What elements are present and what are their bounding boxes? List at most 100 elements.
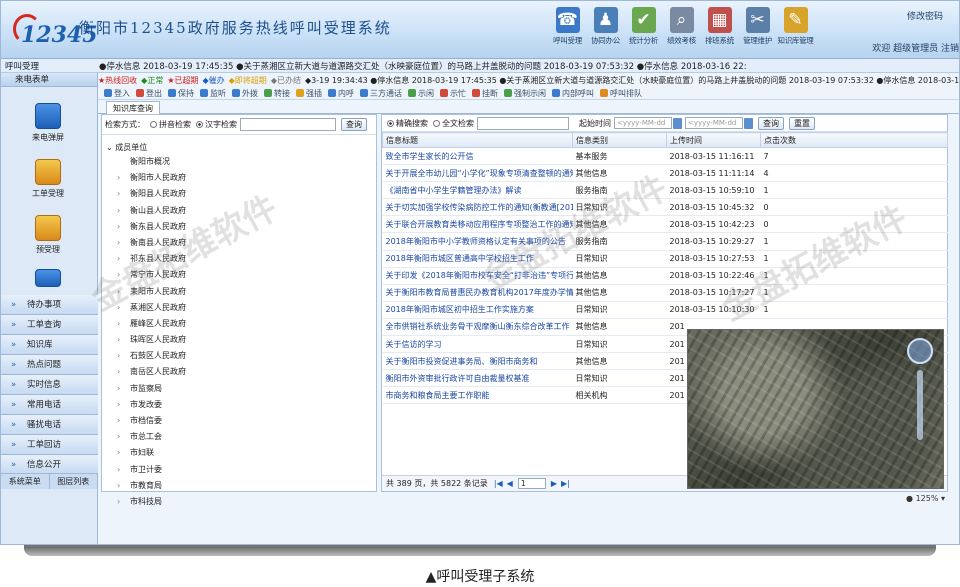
toolbar-button[interactable]: 内呼: [328, 88, 354, 99]
cell-title[interactable]: 关于联合开展教育类移动应用程序专项整治工作的通知: [382, 215, 573, 234]
zoom-level[interactable]: ● 125% ▾: [906, 494, 945, 503]
toolbar-button[interactable]: 外拨: [232, 88, 258, 99]
tree-node[interactable]: 市妇联: [106, 445, 376, 461]
prev-page-icon[interactable]: ◀: [507, 476, 513, 492]
cell-title[interactable]: 关于衡阳市投资促进事务局、衡阳市商务和: [382, 352, 573, 371]
cell-title[interactable]: 全市供销社系统业务骨干观摩衡山衡东综合改革工作: [382, 318, 573, 337]
tree-node[interactable]: 耒阳市人民政府: [106, 284, 376, 300]
cell-title[interactable]: 《湖南省中小学生学籍管理办法》解读: [382, 181, 573, 200]
column-header-time[interactable]: 上传时间: [666, 132, 761, 148]
sidebar-item[interactable]: 待办事项: [1, 295, 98, 315]
nav-item[interactable]: ✂ 管理维护: [739, 7, 776, 46]
tree-node[interactable]: 常宁市人民政府: [106, 267, 376, 283]
tree-node[interactable]: 衡阳市人民政府: [106, 170, 376, 186]
tree-node[interactable]: 市总工会: [106, 429, 376, 445]
tree-node[interactable]: 蒸湘区人民政府: [106, 300, 376, 316]
table-row[interactable]: 《湖南省中小学生学籍管理办法》解读 服务指南 2018-03-15 10:59:10…: [382, 181, 948, 200]
tree-node[interactable]: 珠晖区人民政府: [106, 332, 376, 348]
toolbar-button[interactable]: 保持: [168, 88, 194, 99]
nav-item[interactable]: ♟ 协同办公: [587, 7, 624, 46]
first-page-icon[interactable]: |◀: [494, 476, 503, 492]
toolbar-button[interactable]: 登入: [104, 88, 130, 99]
tree-node[interactable]: 祁东县人民政府: [106, 251, 376, 267]
cell-title[interactable]: 关于切实加强学校传染病防控工作的通知(衡教通[2017]: [382, 198, 573, 217]
column-header-title[interactable]: 信息标题: [382, 132, 573, 148]
sidebar-big-item-form[interactable]: 工单受理: [15, 159, 81, 199]
toolbar-button[interactable]: 示闲: [408, 88, 434, 99]
tree-node[interactable]: 市监察局: [106, 381, 376, 397]
tab-layer-list[interactable]: 图层列表: [49, 474, 98, 489]
nav-item[interactable]: ▦ 排班系统: [701, 7, 738, 46]
page-input[interactable]: 1: [517, 478, 546, 489]
radio-fulltext[interactable]: [433, 119, 440, 127]
nav-item[interactable]: ✎ 知识库管理: [777, 7, 814, 46]
tree-node[interactable]: 衡阳县人民政府: [106, 186, 376, 202]
sidebar-item[interactable]: 热点问题: [1, 355, 98, 375]
tree-node[interactable]: 衡南县人民政府: [106, 235, 376, 251]
tree-search-button[interactable]: 查询: [341, 118, 367, 131]
tab-system-menu[interactable]: 系统菜单: [1, 474, 50, 489]
sidebar-big-item-partial[interactable]: [15, 269, 81, 290]
sidebar-item[interactable]: 工单回访: [1, 435, 98, 455]
toolbar-button[interactable]: 三方通话: [360, 88, 402, 99]
sidebar-item[interactable]: 工单查询: [1, 315, 98, 335]
toolbar-button[interactable]: 强制示闲: [504, 88, 546, 99]
keyword-input[interactable]: [477, 116, 569, 130]
reset-button[interactable]: 重置: [789, 116, 815, 130]
tree-node[interactable]: 衡山县人民政府: [106, 203, 376, 219]
tree-node[interactable]: 市发改委: [106, 397, 376, 413]
sidebar-item[interactable]: 知识库: [1, 335, 98, 355]
cell-title[interactable]: 市商务和粮食局主要工作职能: [382, 386, 573, 405]
nav-item[interactable]: ⌕ 绩效考核: [663, 7, 700, 46]
tab-knowledge-query[interactable]: 知识库查询: [106, 101, 160, 114]
radio-hanzi[interactable]: [196, 121, 203, 128]
table-row[interactable]: 2018年衡阳市中小学教师资格认定有关事项的公告 服务指南 2018-03-15 1…: [382, 232, 948, 251]
cell-title[interactable]: 关于印发《2018年衡阳市校车安全“打非治违”专项行动: [382, 267, 573, 285]
tree-node[interactable]: 市卫计委: [106, 462, 376, 478]
toolbar-button[interactable]: 示忙: [440, 88, 466, 99]
tree-root[interactable]: ⌄ 成员单位: [106, 141, 376, 154]
cell-title[interactable]: 2018年衡阳市城区初中招生工作实施方案: [382, 301, 573, 319]
toolbar-button[interactable]: 转接: [264, 88, 290, 99]
toolbar-button[interactable]: 内部呼叫: [552, 88, 594, 99]
start-date-input[interactable]: <yyyy-MM-dd: [614, 117, 672, 129]
table-row[interactable]: 致全市学生家长的公开信 基本服务 2018-03-15 11:16:11 7: [382, 147, 948, 166]
toolbar-button[interactable]: 登出: [136, 88, 162, 99]
column-header-category[interactable]: 信息类别: [572, 132, 667, 148]
table-row[interactable]: 2018年衡阳市城区普通高中学校招生工作 日常知识 2018-03-15 10:27…: [382, 250, 948, 268]
tree-search-input[interactable]: [240, 118, 336, 131]
toolbar-button[interactable]: 挂断: [472, 88, 498, 99]
sidebar-big-item-pre-accept[interactable]: 预受理: [15, 215, 81, 255]
calendar-icon[interactable]: [673, 117, 682, 129]
next-page-icon[interactable]: ▶: [551, 476, 557, 492]
zoom-slider[interactable]: [917, 370, 923, 440]
sidebar-item[interactable]: 信息公开: [1, 455, 98, 475]
table-row[interactable]: 2018年衡阳市城区初中招生工作实施方案 日常知识 2018-03-15 10:10…: [382, 301, 948, 319]
table-row[interactable]: 关于联合开展教育类移动应用程序专项整治工作的通知 其他信息 2018-03-15 1…: [382, 215, 948, 234]
sidebar-item[interactable]: 常用电话: [1, 395, 98, 415]
calendar-icon[interactable]: [744, 117, 753, 129]
toolbar-button[interactable]: 强插: [296, 88, 322, 99]
nav-item[interactable]: ✔ 统计分析: [625, 7, 662, 46]
sidebar-big-item-popup[interactable]: 来电弹屏: [15, 103, 81, 143]
cell-title[interactable]: 2018年衡阳市城区普通高中学校招生工作: [382, 250, 573, 268]
sidebar-item[interactable]: 实时信息: [1, 375, 98, 395]
nav-item[interactable]: ☎ 呼叫受理: [549, 7, 586, 46]
cell-title[interactable]: 关于衡阳市教育局普惠民办教育机构2017年度办学情况: [382, 284, 573, 302]
cell-title[interactable]: 衡阳市外资审批行政许可自由裁量权基准: [382, 369, 573, 388]
tree-node[interactable]: 南岳区人民政府: [106, 364, 376, 380]
cell-title[interactable]: 关于开展全市幼儿园“小学化”现象专项清查整顿的通知: [382, 164, 573, 183]
table-row[interactable]: 关于开展全市幼儿园“小学化”现象专项清查整顿的通知 其他信息 2018-03-15 …: [382, 164, 948, 183]
change-password-link[interactable]: 修改密码: [907, 9, 943, 22]
satellite-map[interactable]: [687, 329, 944, 489]
tree-node[interactable]: 石鼓区人民政府: [106, 348, 376, 364]
query-button[interactable]: 查询: [758, 116, 784, 130]
radio-exact[interactable]: [387, 119, 394, 127]
tree-node[interactable]: 衡阳市概况: [106, 154, 376, 170]
column-header-clicks[interactable]: 点击次数: [760, 132, 948, 148]
end-date-input[interactable]: <yyyy-MM-dd: [685, 117, 743, 129]
tree-node[interactable]: 雁峰区人民政府: [106, 316, 376, 332]
toolbar-button[interactable]: 呼叫排队: [600, 88, 642, 99]
table-row[interactable]: 关于切实加强学校传染病防控工作的通知(衡教通[2017] 日常知识 2018-03-…: [382, 198, 948, 217]
welcome-text[interactable]: 欢迎 超级管理员 注销: [872, 41, 959, 54]
